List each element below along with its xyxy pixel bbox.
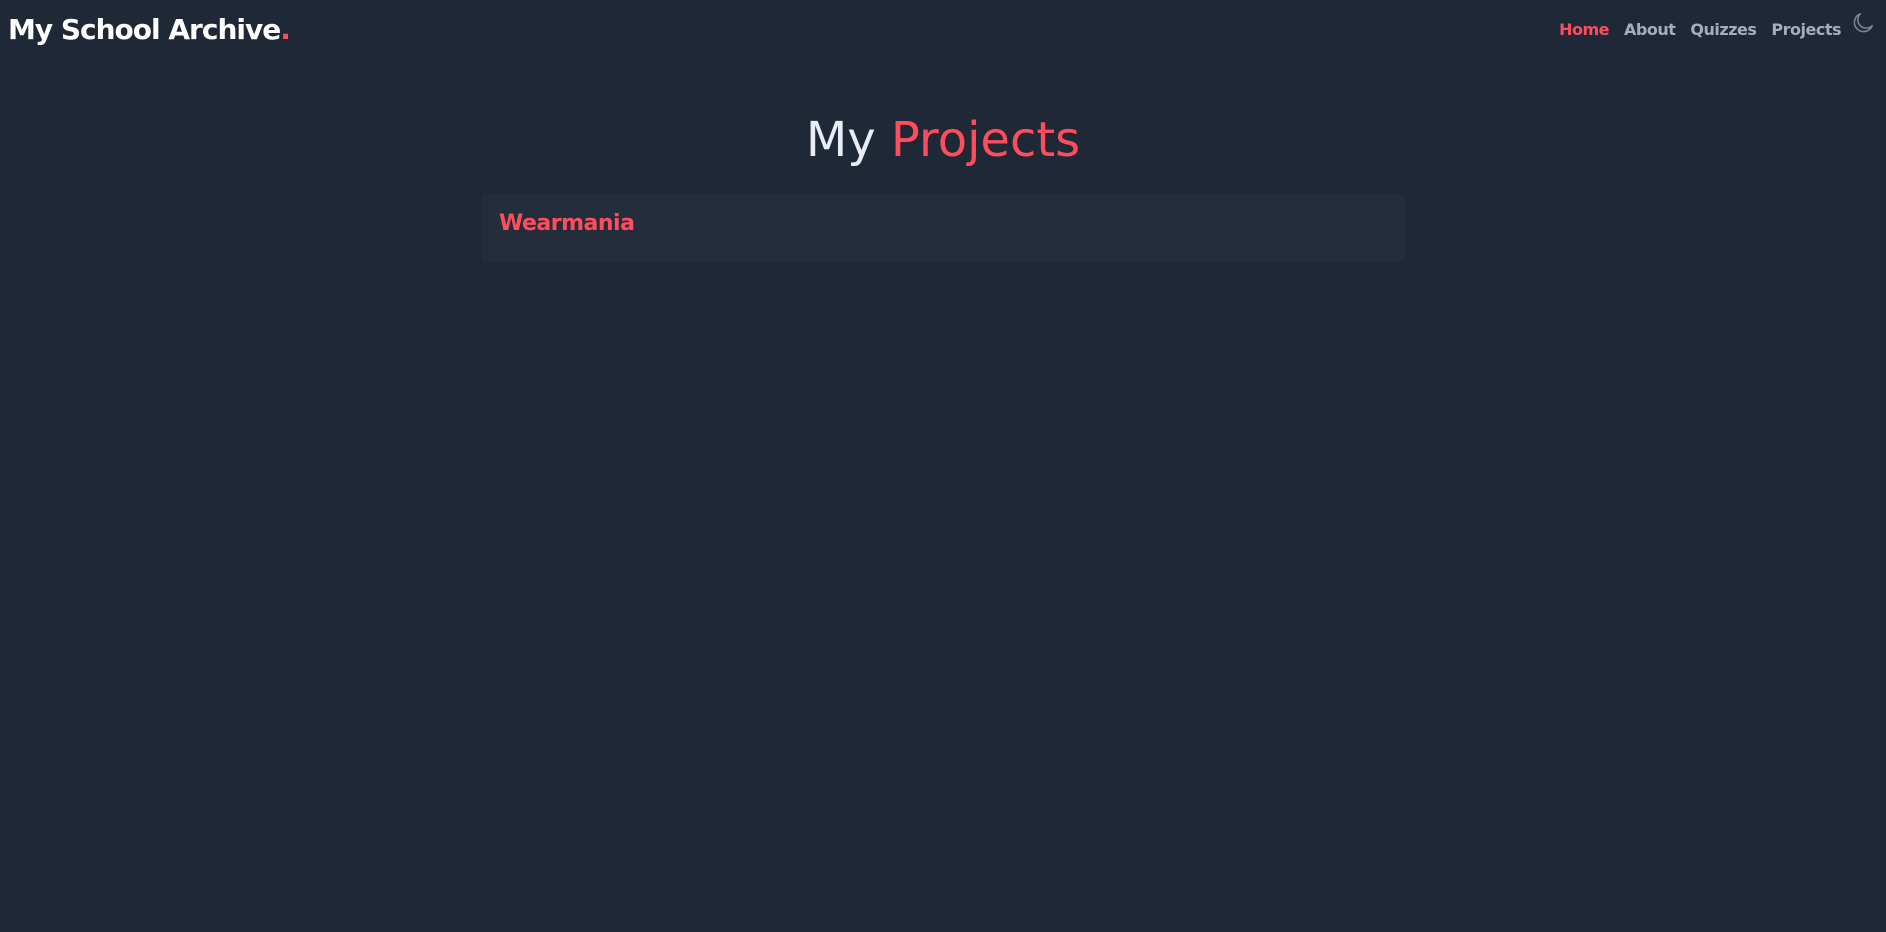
nav-link-projects[interactable]: Projects	[1771, 19, 1841, 41]
moon-icon[interactable]	[1850, 10, 1876, 36]
brand-name: My School Archive	[8, 13, 281, 46]
brand-dot: .	[280, 13, 291, 46]
nav-link-quizzes[interactable]: Quizzes	[1690, 19, 1756, 41]
page-title-part2: Projects	[890, 112, 1081, 168]
nav-link-home[interactable]: Home	[1559, 19, 1609, 41]
page-title-part1: My	[805, 112, 876, 168]
project-card[interactable]: Wearmania	[482, 194, 1405, 262]
page-title: My Projects	[0, 108, 1886, 172]
nav-menu: Home About Quizzes Projects	[1559, 19, 1841, 41]
nav-link-about[interactable]: About	[1624, 19, 1676, 41]
project-title[interactable]: Wearmania	[499, 210, 1388, 238]
site-logo[interactable]: My School Archive.	[8, 12, 291, 48]
navbar: My School Archive. Home About Quizzes Pr…	[0, 0, 1886, 60]
